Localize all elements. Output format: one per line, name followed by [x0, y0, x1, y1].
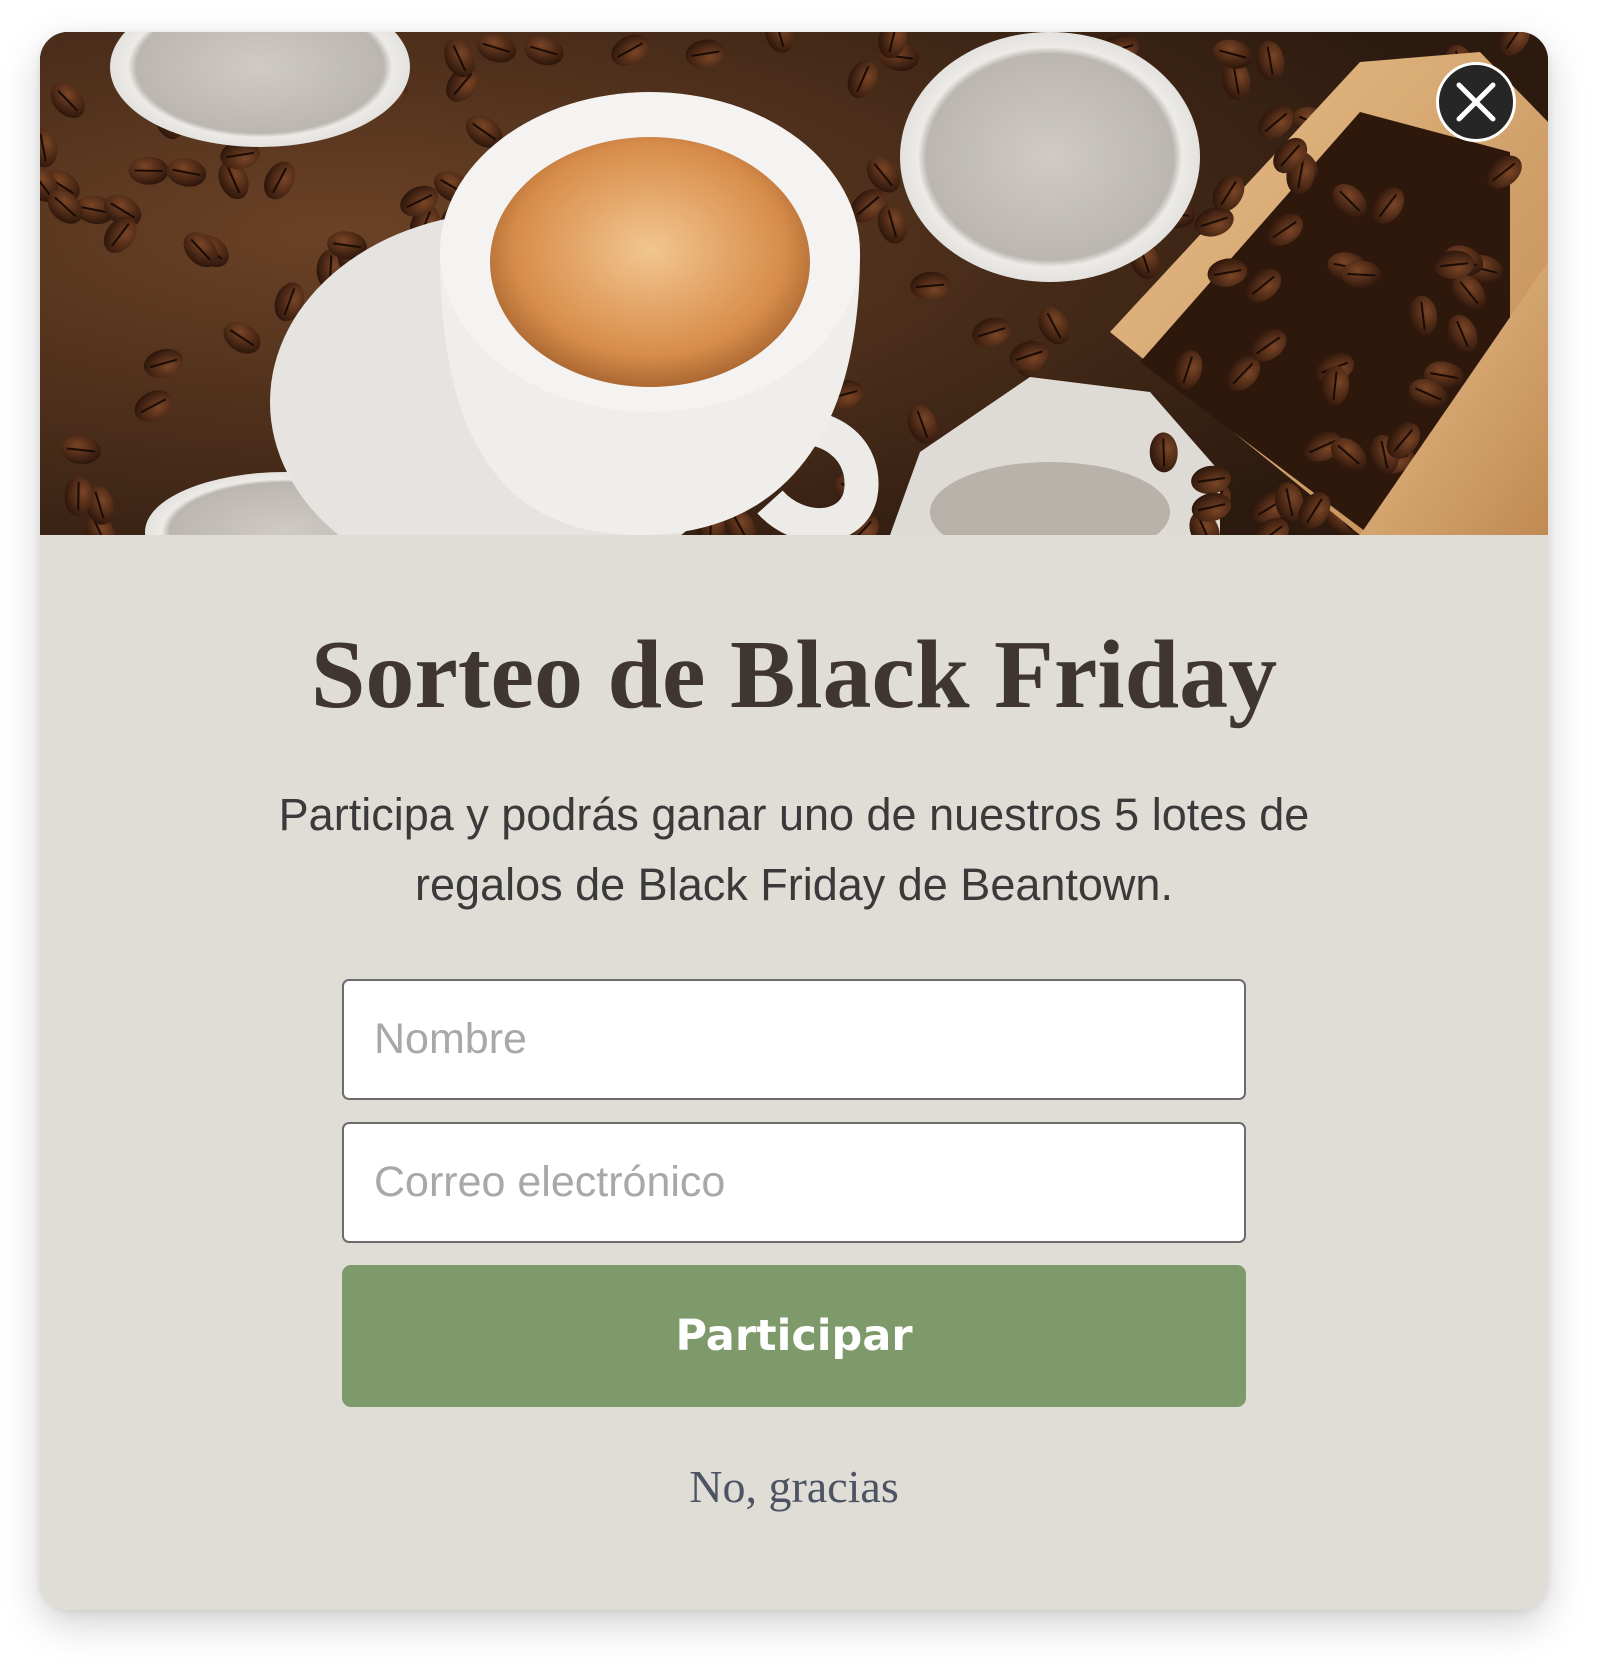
- close-icon: [1456, 82, 1496, 122]
- popup-description: Participa y podrás ganar uno de nuestros…: [278, 789, 1310, 910]
- close-button[interactable]: [1436, 62, 1516, 142]
- coffee-illustration: [40, 32, 1548, 535]
- giveaway-popup: Sorteo de Black Friday Participa y podrá…: [40, 32, 1548, 1610]
- coffee-bean-crease: [1162, 438, 1166, 467]
- hero-image: [40, 32, 1548, 535]
- popup-title: Sorteo de Black Friday: [310, 621, 1278, 729]
- decline-link[interactable]: No, gracias: [40, 1460, 1548, 1513]
- email-input[interactable]: [342, 1122, 1246, 1243]
- name-input[interactable]: [342, 979, 1246, 1100]
- participate-button[interactable]: Participar: [342, 1265, 1246, 1407]
